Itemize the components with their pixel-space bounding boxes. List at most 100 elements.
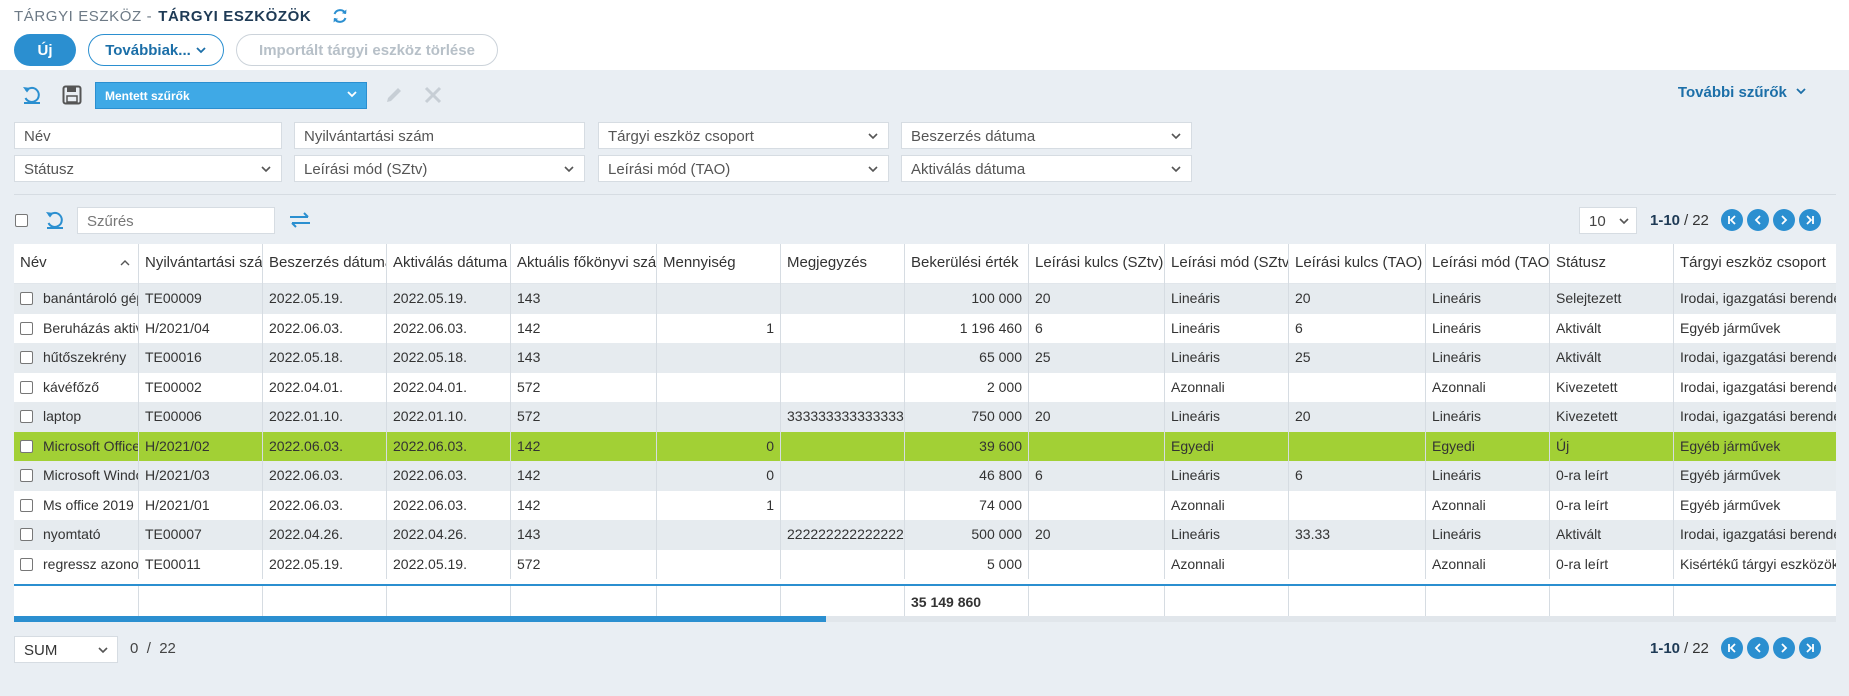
cell-text: 0-ra leírt bbox=[1556, 496, 1609, 513]
table-row[interactable]: Ms office 2019 H/2021/01 2022.06.03. 2022.0… bbox=[14, 490, 1836, 520]
more-actions-button[interactable]: Továbbiak... bbox=[88, 34, 224, 66]
grid-search-input[interactable]: Szűrés bbox=[77, 207, 275, 234]
table-cell bbox=[780, 313, 904, 343]
row-checkbox[interactable] bbox=[20, 410, 33, 423]
save-filter-icon[interactable] bbox=[61, 84, 83, 106]
row-checkbox[interactable] bbox=[20, 528, 33, 541]
row-checkbox[interactable] bbox=[20, 498, 33, 512]
row-checkbox[interactable] bbox=[20, 292, 33, 305]
delete-imported-button[interactable]: Importált tárgyi eszköz törlése bbox=[236, 34, 498, 66]
column-header[interactable]: Bekerülési érték bbox=[904, 244, 1028, 284]
table-cell: 143 bbox=[510, 520, 656, 550]
row-checkbox[interactable] bbox=[20, 351, 33, 364]
cell-text: kávéfőző bbox=[43, 378, 100, 395]
table-cell: 0-ra leírt bbox=[1549, 549, 1673, 579]
filter-label: Nyilvántartási szám bbox=[304, 128, 435, 145]
column-header[interactable]: Aktuális főkönyvi szám bbox=[510, 244, 656, 284]
refresh-icon[interactable] bbox=[330, 6, 350, 26]
table-row[interactable]: banántároló gép TE00009 2022.05.19. 2022.05… bbox=[14, 284, 1836, 314]
filter-registry-number-input[interactable]: Nyilvántartási szám bbox=[294, 122, 585, 149]
table-cell: TE00007 bbox=[138, 520, 262, 550]
filter-activation-date-select[interactable]: Aktiválás dátuma bbox=[901, 155, 1192, 182]
table-cell: 39 600 bbox=[904, 431, 1028, 461]
column-header[interactable]: Nyilvántartási szám bbox=[138, 244, 262, 284]
column-header[interactable]: Leírási kulcs (TAO) bbox=[1288, 244, 1425, 284]
filter-depreciation-sztv-select[interactable]: Leírási mód (SZtv) bbox=[294, 155, 585, 182]
table-cell: H/2021/04 bbox=[138, 313, 262, 343]
row-checkbox[interactable] bbox=[20, 380, 33, 394]
column-header[interactable]: Tárgyi eszköz csoport bbox=[1673, 244, 1836, 284]
filter-asset-group-select[interactable]: Tárgyi eszköz csoport bbox=[598, 122, 889, 149]
cell-text: Aktivált bbox=[1556, 319, 1602, 336]
column-header[interactable]: Aktiválás dátuma bbox=[386, 244, 510, 284]
sum-row: 35 149 860 bbox=[14, 586, 1836, 616]
table-cell: 572 bbox=[510, 402, 656, 432]
filter-name-input[interactable]: Név bbox=[14, 122, 282, 149]
cell-text: Lineáris bbox=[1171, 526, 1221, 542]
cell-text: 2022.05.19. bbox=[393, 290, 467, 306]
table-cell: Azonnali bbox=[1425, 372, 1549, 402]
first-page-icon[interactable] bbox=[1720, 209, 1743, 231]
column-header[interactable]: Leírási mód (SZtv) bbox=[1164, 244, 1288, 284]
prev-page-icon[interactable] bbox=[1746, 209, 1769, 231]
table-cell bbox=[1288, 372, 1425, 402]
table-cell: 2022.06.03. bbox=[386, 431, 510, 461]
next-page-icon[interactable] bbox=[1772, 637, 1795, 659]
table-cell: 0 bbox=[656, 431, 780, 461]
table-row[interactable]: regressz azonosító TE00011 2022.05.19. 2022… bbox=[14, 549, 1836, 579]
table-row[interactable]: Beruházás aktiválás H/2021/04 2022.06.03. 2… bbox=[14, 313, 1836, 343]
cell-text: Azonnali bbox=[1432, 496, 1486, 513]
last-page-icon[interactable] bbox=[1798, 637, 1821, 659]
row-checkbox[interactable] bbox=[20, 439, 33, 453]
new-button[interactable]: Új bbox=[14, 34, 76, 66]
table-cell: 142 bbox=[510, 313, 656, 343]
edit-icon[interactable] bbox=[383, 84, 405, 106]
row-checkbox[interactable] bbox=[20, 557, 33, 571]
prev-page-icon[interactable] bbox=[1746, 637, 1769, 659]
table-row[interactable]: nyomtató TE00007 2022.04.26. 2022.04.26. 143… bbox=[14, 520, 1836, 550]
column-header[interactable]: Leírási mód (TAO) bbox=[1425, 244, 1549, 284]
table-row[interactable]: kávéfőző TE00002 2022.04.01. 2022.04.01. 572… bbox=[14, 372, 1836, 402]
swap-columns-icon[interactable] bbox=[288, 210, 312, 230]
scrollbar-thumb[interactable] bbox=[14, 616, 826, 622]
cell-text: 143 bbox=[517, 290, 541, 306]
cell-text: 2022.04.26. bbox=[269, 526, 343, 542]
pager-total: 22 bbox=[1692, 211, 1709, 229]
sum-cell bbox=[1288, 586, 1425, 616]
column-header[interactable]: Beszerzés dátuma bbox=[262, 244, 386, 284]
table-cell: Azonnali bbox=[1425, 549, 1549, 579]
cell-text: TE00006 bbox=[145, 408, 202, 424]
horizontal-scrollbar[interactable] bbox=[14, 616, 1836, 622]
table-row[interactable]: Microsoft Windows H/2021/03 2022.06.03. 202… bbox=[14, 461, 1836, 491]
page-size-select[interactable]: 10 bbox=[1579, 207, 1637, 234]
delete-filter-icon[interactable] bbox=[422, 84, 444, 106]
cell-text: nyomtató bbox=[43, 526, 101, 542]
next-page-icon[interactable] bbox=[1772, 209, 1795, 231]
aggregate-select[interactable]: SUM bbox=[14, 636, 118, 663]
cell-text: Új bbox=[1556, 437, 1570, 454]
table-cell bbox=[656, 343, 780, 373]
select-all-checkbox[interactable] bbox=[15, 214, 28, 227]
cell-text: Lineáris bbox=[1432, 319, 1482, 336]
more-filters-toggle[interactable]: További szűrők bbox=[1678, 84, 1807, 101]
reset-grid-icon[interactable] bbox=[44, 209, 66, 231]
last-page-icon[interactable] bbox=[1798, 209, 1821, 231]
row-checkbox[interactable] bbox=[20, 321, 33, 335]
cell-text: 0-ra leírt bbox=[1556, 555, 1609, 572]
filter-status-select[interactable]: Státusz bbox=[14, 155, 282, 182]
table-row[interactable]: laptop TE00006 2022.01.10. 2022.01.10. 572 33… bbox=[14, 402, 1836, 432]
table-row[interactable]: hűtőszekrény TE00016 2022.05.18. 2022.05.18… bbox=[14, 343, 1836, 373]
pager-range: 1-10 bbox=[1650, 211, 1681, 229]
column-header[interactable]: Státusz bbox=[1549, 244, 1673, 284]
column-header[interactable]: Leírási kulcs (SZtv) bbox=[1028, 244, 1164, 284]
reset-filter-icon[interactable] bbox=[21, 84, 43, 106]
row-checkbox[interactable] bbox=[20, 469, 33, 482]
first-page-icon[interactable] bbox=[1720, 637, 1743, 659]
column-header[interactable]: Megjegyzés bbox=[780, 244, 904, 284]
filter-purchase-date-select[interactable]: Beszerzés dátuma bbox=[901, 122, 1192, 149]
saved-filters-select[interactable]: Mentett szűrők bbox=[95, 82, 367, 109]
column-header[interactable]: Mennyiség bbox=[656, 244, 780, 284]
column-header-name[interactable]: Név bbox=[14, 244, 138, 284]
table-row[interactable]: Microsoft Office H/2021/02 2022.06.03. 2022… bbox=[14, 431, 1836, 461]
filter-depreciation-tao-select[interactable]: Leírási mód (TAO) bbox=[598, 155, 889, 182]
